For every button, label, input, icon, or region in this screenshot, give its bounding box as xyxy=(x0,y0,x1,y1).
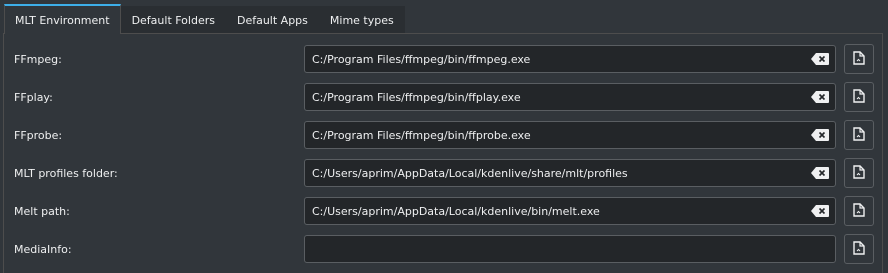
ffprobe-row: FFprobe: C:/Program Files/ffmpeg/bin/ffp… xyxy=(4,120,884,151)
melt-path-browse-button[interactable] xyxy=(844,196,874,226)
ffplay-browse-button[interactable] xyxy=(844,82,874,112)
ffmpeg-browse-button[interactable] xyxy=(844,44,874,74)
ffprobe-path-value[interactable]: C:/Program Files/ffmpeg/bin/ffprobe.exe xyxy=(305,129,811,142)
settings-page: MLT Environment Default Folders Default … xyxy=(0,0,888,273)
open-file-icon xyxy=(853,126,865,144)
open-file-icon xyxy=(853,240,865,258)
mediainfo-browse-button[interactable] xyxy=(844,234,874,264)
ffprobe-path-input[interactable]: C:/Program Files/ffmpeg/bin/ffprobe.exe xyxy=(304,121,836,149)
open-file-icon xyxy=(853,50,865,68)
mlt-environment-panel: FFmpeg: C:/Program Files/ffmpeg/bin/ffmp… xyxy=(3,33,883,273)
tab-label: Default Apps xyxy=(236,14,308,27)
mlt-profiles-folder-value[interactable]: C:/Users/aprim/AppData/Local/kdenlive/sh… xyxy=(305,167,811,180)
open-file-icon xyxy=(853,202,865,220)
open-file-icon xyxy=(853,164,865,182)
ffprobe-label: FFprobe: xyxy=(14,129,63,142)
mlt-profiles-folder-browse-button[interactable] xyxy=(844,158,874,188)
tab-default-folders[interactable]: Default Folders xyxy=(120,6,226,34)
mediainfo-label: MediaInfo: xyxy=(14,243,72,256)
melt-path-value[interactable]: C:/Users/aprim/AppData/Local/kdenlive/bi… xyxy=(305,205,811,218)
ffplay-path-value[interactable]: C:/Program Files/ffmpeg/bin/ffplay.exe xyxy=(305,91,811,104)
tab-label: MLT Environment xyxy=(15,13,110,27)
ffplay-row: FFplay: C:/Program Files/ffmpeg/bin/ffpl… xyxy=(4,82,884,113)
ffmpeg-path-input[interactable]: C:/Program Files/ffmpeg/bin/ffmpeg.exe xyxy=(304,45,836,73)
clear-text-icon[interactable] xyxy=(811,129,829,141)
tab-bar: MLT Environment Default Folders Default … xyxy=(4,4,405,34)
melt-path-label: Melt path: xyxy=(14,205,70,218)
tab-mlt-environment[interactable]: MLT Environment xyxy=(4,4,121,34)
open-file-icon xyxy=(853,88,865,106)
mediainfo-path-input[interactable] xyxy=(304,235,836,263)
ffplay-path-input[interactable]: C:/Program Files/ffmpeg/bin/ffplay.exe xyxy=(304,83,836,111)
ffmpeg-row: FFmpeg: C:/Program Files/ffmpeg/bin/ffmp… xyxy=(4,44,884,75)
tab-label: Mime types xyxy=(329,14,394,27)
tab-label: Default Folders xyxy=(131,14,215,27)
ffmpeg-label: FFmpeg: xyxy=(14,53,62,66)
ffplay-label: FFplay: xyxy=(14,91,53,104)
clear-text-icon[interactable] xyxy=(811,167,829,179)
melt-path-row: Melt path: C:/Users/aprim/AppData/Local/… xyxy=(4,196,884,227)
mlt-profiles-folder-row: MLT profiles folder: C:/Users/aprim/AppD… xyxy=(4,158,884,189)
melt-path-input[interactable]: C:/Users/aprim/AppData/Local/kdenlive/bi… xyxy=(304,197,836,225)
clear-text-icon[interactable] xyxy=(811,53,829,65)
tab-default-apps[interactable]: Default Apps xyxy=(225,6,319,34)
ffmpeg-path-value[interactable]: C:/Program Files/ffmpeg/bin/ffmpeg.exe xyxy=(305,53,811,66)
mlt-profiles-folder-label: MLT profiles folder: xyxy=(14,167,118,180)
mediainfo-row: MediaInfo: xyxy=(4,234,884,265)
tab-mime-types[interactable]: Mime types xyxy=(318,6,405,34)
clear-text-icon[interactable] xyxy=(811,91,829,103)
clear-text-icon[interactable] xyxy=(811,205,829,217)
ffprobe-browse-button[interactable] xyxy=(844,120,874,150)
mlt-profiles-folder-input[interactable]: C:/Users/aprim/AppData/Local/kdenlive/sh… xyxy=(304,159,836,187)
